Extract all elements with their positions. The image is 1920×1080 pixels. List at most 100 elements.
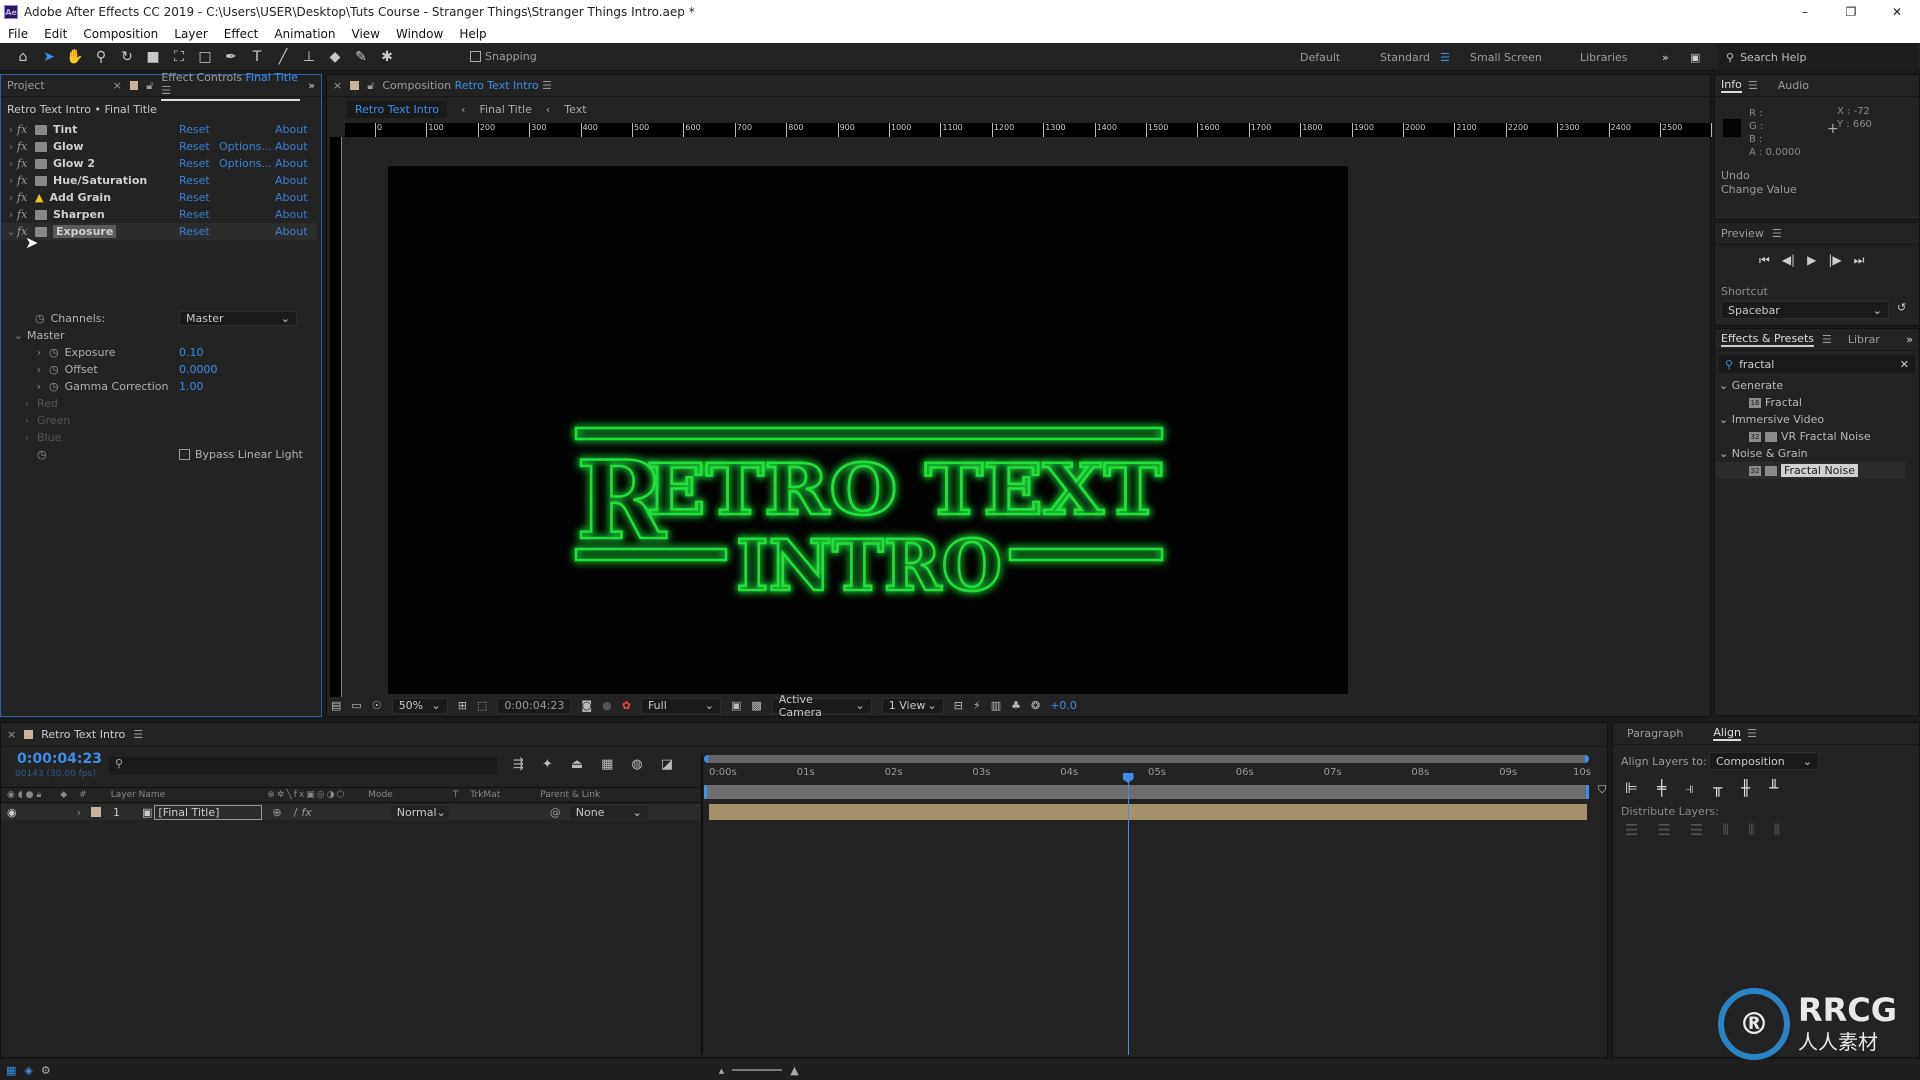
close-tab-icon[interactable]: × (7, 728, 16, 741)
blend-mode-dropdown[interactable]: Normal ⌄ (389, 804, 450, 820)
composition-flowchart-icon[interactable]: ⇶ (513, 757, 524, 772)
reset-exposure-icon[interactable]: ❂ (1031, 699, 1040, 712)
distribute-left-icon[interactable]: ⦀ (1722, 821, 1729, 839)
transparency-grid-icon[interactable]: ▩ (751, 699, 761, 712)
type-tool-icon[interactable]: T (244, 49, 270, 65)
chevron-right-icon[interactable]: › (5, 208, 17, 221)
menu-animation[interactable]: Animation (266, 27, 343, 41)
effect-about-link[interactable]: About (275, 208, 308, 221)
previous-frame-icon[interactable]: ◀| (1782, 253, 1795, 268)
stopwatch-icon[interactable]: ◷ (37, 448, 47, 461)
selection-tool-icon[interactable]: ➤ (36, 49, 62, 65)
effects-category[interactable]: ⌄ Immersive Video (1715, 411, 1905, 428)
chevron-right-icon[interactable]: › (5, 123, 17, 136)
time-ruler[interactable]: 0:00s 01s 02s 03s 04s 05s 06s 07s 08s 09s 10s (709, 765, 1591, 783)
pan-behind-tool-icon[interactable]: ⛶ (166, 49, 192, 65)
flowchart-icon[interactable]: ♣ (1011, 699, 1021, 712)
close-button[interactable]: ✕ (1874, 5, 1920, 19)
exposure-value[interactable]: +0.0 (1050, 699, 1077, 712)
effects-item[interactable]: 32 VR Fractal Noise (1715, 428, 1905, 445)
timeline-search-input[interactable]: ⚲ (109, 757, 497, 775)
menu-file[interactable]: File (0, 27, 36, 41)
region-of-interest-icon[interactable]: ⬚ (477, 699, 487, 712)
stopwatch-icon[interactable]: ◷ (49, 380, 59, 393)
effect-about-link[interactable]: About (275, 191, 308, 204)
eraser-tool-icon[interactable]: ◆ (322, 49, 348, 65)
next-frame-icon[interactable]: |▶ (1828, 253, 1841, 268)
zoom-out-icon[interactable]: ▴ (719, 1064, 725, 1077)
puppet-pin-tool-icon[interactable]: ✱ (374, 49, 400, 65)
effects-switch-icon[interactable]: fx (301, 806, 311, 819)
fast-previews-icon[interactable]: ▣ (731, 699, 741, 712)
effect-reset-link[interactable]: Reset (179, 191, 210, 204)
reset-shortcut-icon[interactable]: ↺ (1897, 301, 1906, 314)
effect-about-link[interactable]: About (275, 174, 308, 187)
draft-3d-icon[interactable]: ✦ (542, 757, 553, 772)
breadcrumb-retro-text-intro[interactable]: Retro Text Intro (347, 100, 448, 118)
visibility-eye-icon[interactable]: ◉ (7, 806, 17, 819)
distribute-bottom-icon[interactable]: ☰ (1690, 821, 1703, 839)
composition-tab-label[interactable]: Composition (382, 79, 451, 92)
roto-brush-tool-icon[interactable]: ✎ (348, 49, 374, 65)
hand-tool-icon[interactable]: ✋ (62, 49, 88, 65)
tab-info[interactable]: Info (1721, 78, 1742, 93)
effect-about-link[interactable]: About (275, 225, 308, 238)
work-area-bar[interactable] (704, 785, 1589, 799)
menu-edit[interactable]: Edit (36, 27, 75, 41)
chevron-right-icon[interactable]: › (5, 174, 17, 187)
effect-reset-link[interactable]: Reset (179, 208, 210, 221)
effect-reset-link[interactable]: Reset (179, 157, 210, 170)
expand-layer-chevron-icon[interactable]: › (77, 806, 81, 819)
menu-layer[interactable]: Layer (166, 27, 215, 41)
fast-preview-icon[interactable]: ⚡ (973, 699, 981, 712)
effect-row[interactable]: › fx Glow Reset Options... About (1, 138, 317, 155)
chevron-right-icon[interactable]: › (1, 363, 41, 376)
composition-canvas[interactable]: R ETRO TEXT INTRO (388, 166, 1348, 694)
channel-icon[interactable]: ✿ (622, 699, 631, 712)
effect-row[interactable]: › fx Tint Reset About (1, 121, 317, 138)
menu-view[interactable]: View (344, 27, 388, 41)
panel-menu-icon[interactable]: ☰ (1747, 727, 1757, 740)
fx-toggle-icon[interactable]: fx (17, 174, 33, 187)
effect-reset-link[interactable]: Reset (179, 140, 210, 153)
snapping-toggle[interactable]: Snapping (470, 50, 537, 63)
zoom-in-icon[interactable]: ▲ (790, 1064, 798, 1077)
clone-stamp-tool-icon[interactable]: ⊥ (296, 49, 322, 65)
stopwatch-icon[interactable]: ◷ (49, 363, 59, 376)
render-time-icon[interactable]: ▦ (6, 1064, 16, 1077)
first-frame-icon[interactable]: ⏮ (1759, 253, 1770, 268)
always-preview-icon[interactable]: ▤ (331, 699, 341, 712)
effects-search-input[interactable]: ⚲ fractal ✕ (1719, 355, 1915, 373)
fx-toggle-icon[interactable]: fx (17, 191, 33, 204)
align-right-icon[interactable]: ⫣ (1685, 779, 1694, 797)
align-bottom-icon[interactable]: ╨ (1769, 779, 1778, 797)
breadcrumb-text[interactable]: Text (564, 103, 586, 116)
comp-marker-icon[interactable]: ⛉ (1598, 783, 1606, 797)
effect-reset-link[interactable]: Reset (179, 123, 210, 136)
workspace-menu-icon[interactable]: ☰ (1440, 43, 1450, 71)
menu-composition[interactable]: Composition (75, 27, 166, 41)
effects-item[interactable]: 16 Fractal (1715, 394, 1905, 411)
parent-pickwhip-icon[interactable]: @ (550, 806, 561, 819)
workspace-default[interactable]: Default (1300, 43, 1340, 71)
fx-toggle-icon[interactable]: fx (17, 208, 33, 221)
workspace-standard[interactable]: Standard (1380, 43, 1430, 71)
panel-menu-icon[interactable]: ☰ (1748, 79, 1758, 92)
parent-dropdown[interactable]: None ⌄ (568, 804, 649, 820)
fx-toggle-icon[interactable]: fx (17, 157, 33, 170)
effect-about-link[interactable]: About (275, 157, 308, 170)
effect-reset-link[interactable]: Reset (179, 225, 210, 238)
expand-panels-icon[interactable]: » (308, 79, 315, 92)
graph-editor-icon[interactable]: ◪ (661, 757, 673, 772)
mask-visibility-icon[interactable]: ☉ (372, 699, 382, 712)
rectangle-tool-icon[interactable]: □ (192, 49, 218, 65)
magnification-dropdown[interactable]: 50% ⌄ (391, 697, 448, 714)
motion-blur-icon[interactable]: ◍ (631, 757, 642, 772)
maximize-button[interactable]: ❐ (1828, 5, 1874, 19)
tab-effects-presets[interactable]: Effects & Presets (1721, 332, 1814, 347)
tab-effect-controls[interactable]: Effect Controls (161, 71, 242, 84)
panel-menu-icon[interactable]: ☰ (133, 728, 143, 741)
layer-name[interactable]: [Final Title] (154, 804, 263, 820)
show-snapshot-icon[interactable]: ● (602, 699, 612, 712)
effects-item[interactable]: 32 Fractal Noise (1715, 462, 1905, 479)
